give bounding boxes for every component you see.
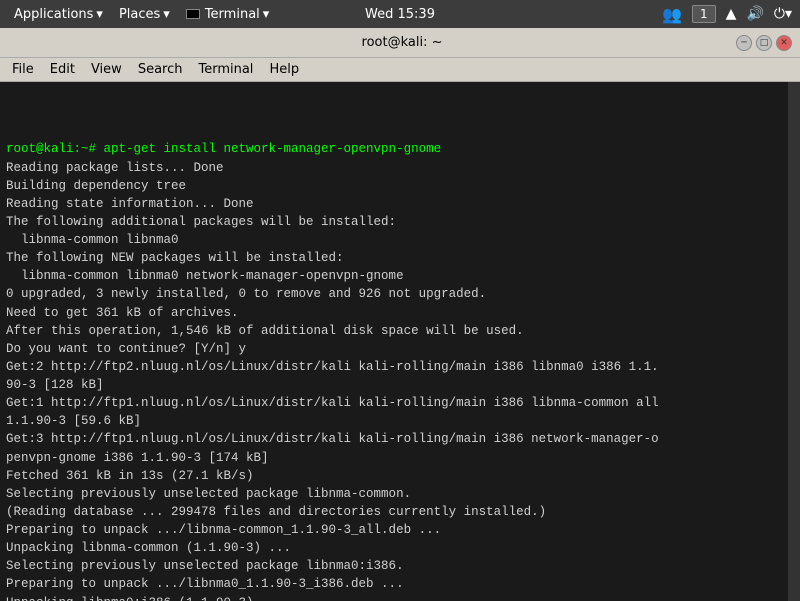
terminal-line: libnma-common libnma0 network-manager-op… <box>6 267 794 285</box>
maximize-button[interactable]: □ <box>756 35 772 51</box>
view-menu[interactable]: View <box>83 60 130 79</box>
terminal-line: penvpn-gnome i386 1.1.90-3 [174 kB] <box>6 449 794 467</box>
terminal-line: Selecting previously unselected package … <box>6 557 794 575</box>
people-icon[interactable]: 👥 <box>662 5 682 24</box>
terminal-line: 1.1.90-3 [59.6 kB] <box>6 412 794 430</box>
terminal-line: Unpacking libnma0:i386 (1.1.90-3) ... <box>6 594 794 601</box>
window-controls: ─ □ ✕ <box>736 35 792 51</box>
file-menu[interactable]: File <box>4 60 42 79</box>
terminal-line: Need to get 361 kB of archives. <box>6 304 794 322</box>
power-icon[interactable]: ⏻▾ <box>774 6 792 22</box>
terminal-line: 0 upgraded, 3 newly installed, 0 to remo… <box>6 285 794 303</box>
terminal-lines: root@kali:~# apt-get install network-man… <box>6 140 794 601</box>
places-label: Places <box>119 7 160 22</box>
prompt-text: root@kali:~# apt-get install network-man… <box>6 142 441 156</box>
search-menu[interactable]: Search <box>130 60 191 79</box>
window-title: root@kali: ~ <box>68 35 736 50</box>
places-menu[interactable]: Places ▾ <box>113 5 176 24</box>
edit-menu[interactable]: Edit <box>42 60 83 79</box>
menu-bar: File Edit View Search Terminal Help <box>0 58 800 82</box>
places-arrow: ▾ <box>163 7 170 22</box>
system-bar-left: Applications ▾ Places ▾ Terminal ▾ <box>8 5 275 24</box>
terminal-line: Unpacking libnma-common (1.1.90-3) ... <box>6 539 794 557</box>
applications-label: Applications <box>14 7 93 22</box>
terminal-line: Selecting previously unselected package … <box>6 485 794 503</box>
terminal-line: Get:2 http://ftp2.nluug.nl/os/Linux/dist… <box>6 358 794 376</box>
terminal-line: After this operation, 1,546 kB of additi… <box>6 322 794 340</box>
terminal-line: 90-3 [128 kB] <box>6 376 794 394</box>
terminal-label: Terminal <box>205 7 260 22</box>
close-button[interactable]: ✕ <box>776 35 792 51</box>
terminal-line: Reading state information... Done <box>6 195 794 213</box>
terminal-line: (Reading database ... 299478 files and d… <box>6 503 794 521</box>
terminal-line: Get:1 http://ftp1.nluug.nl/os/Linux/dist… <box>6 394 794 412</box>
terminal-line: The following additional packages will b… <box>6 213 794 231</box>
applications-menu[interactable]: Applications ▾ <box>8 5 109 24</box>
system-bar-right: 👥 1 ▲ 🔊 ⏻▾ <box>662 5 792 24</box>
terminal-arrow: ▾ <box>263 7 270 22</box>
volume-icon[interactable]: 🔊 <box>746 6 763 22</box>
terminal-output: root@kali:~# apt-get install network-man… <box>0 82 800 601</box>
workspace-badge[interactable]: 1 <box>692 5 716 23</box>
terminal-line: Preparing to unpack .../libnma0_1.1.90-3… <box>6 575 794 593</box>
terminal-line: Get:3 http://ftp1.nluug.nl/os/Linux/dist… <box>6 430 794 448</box>
terminal-menu[interactable]: Terminal ▾ <box>180 5 275 24</box>
terminal-menu-item[interactable]: Terminal <box>190 60 261 79</box>
help-menu[interactable]: Help <box>261 60 307 79</box>
terminal-line: Do you want to continue? [Y/n] y <box>6 340 794 358</box>
terminal-line: Preparing to unpack .../libnma-common_1.… <box>6 521 794 539</box>
terminal-icon <box>186 9 200 19</box>
scrollbar[interactable] <box>788 82 800 601</box>
terminal-line: Reading package lists... Done <box>6 159 794 177</box>
minimize-button[interactable]: ─ <box>736 35 752 51</box>
datetime-display: Wed 15:39 <box>365 7 435 22</box>
window-chrome: root@kali: ~ ─ □ ✕ <box>0 28 800 58</box>
terminal-line: Fetched 361 kB in 13s (27.1 kB/s) <box>6 467 794 485</box>
terminal-line: Building dependency tree <box>6 177 794 195</box>
terminal-line: libnma-common libnma0 <box>6 231 794 249</box>
system-bar: Applications ▾ Places ▾ Terminal ▾ Wed 1… <box>0 0 800 28</box>
terminal-line: The following NEW packages will be insta… <box>6 249 794 267</box>
applications-arrow: ▾ <box>96 7 103 22</box>
terminal-line: root@kali:~# apt-get install network-man… <box>6 140 794 158</box>
wifi-icon[interactable]: ▲ <box>726 6 737 22</box>
